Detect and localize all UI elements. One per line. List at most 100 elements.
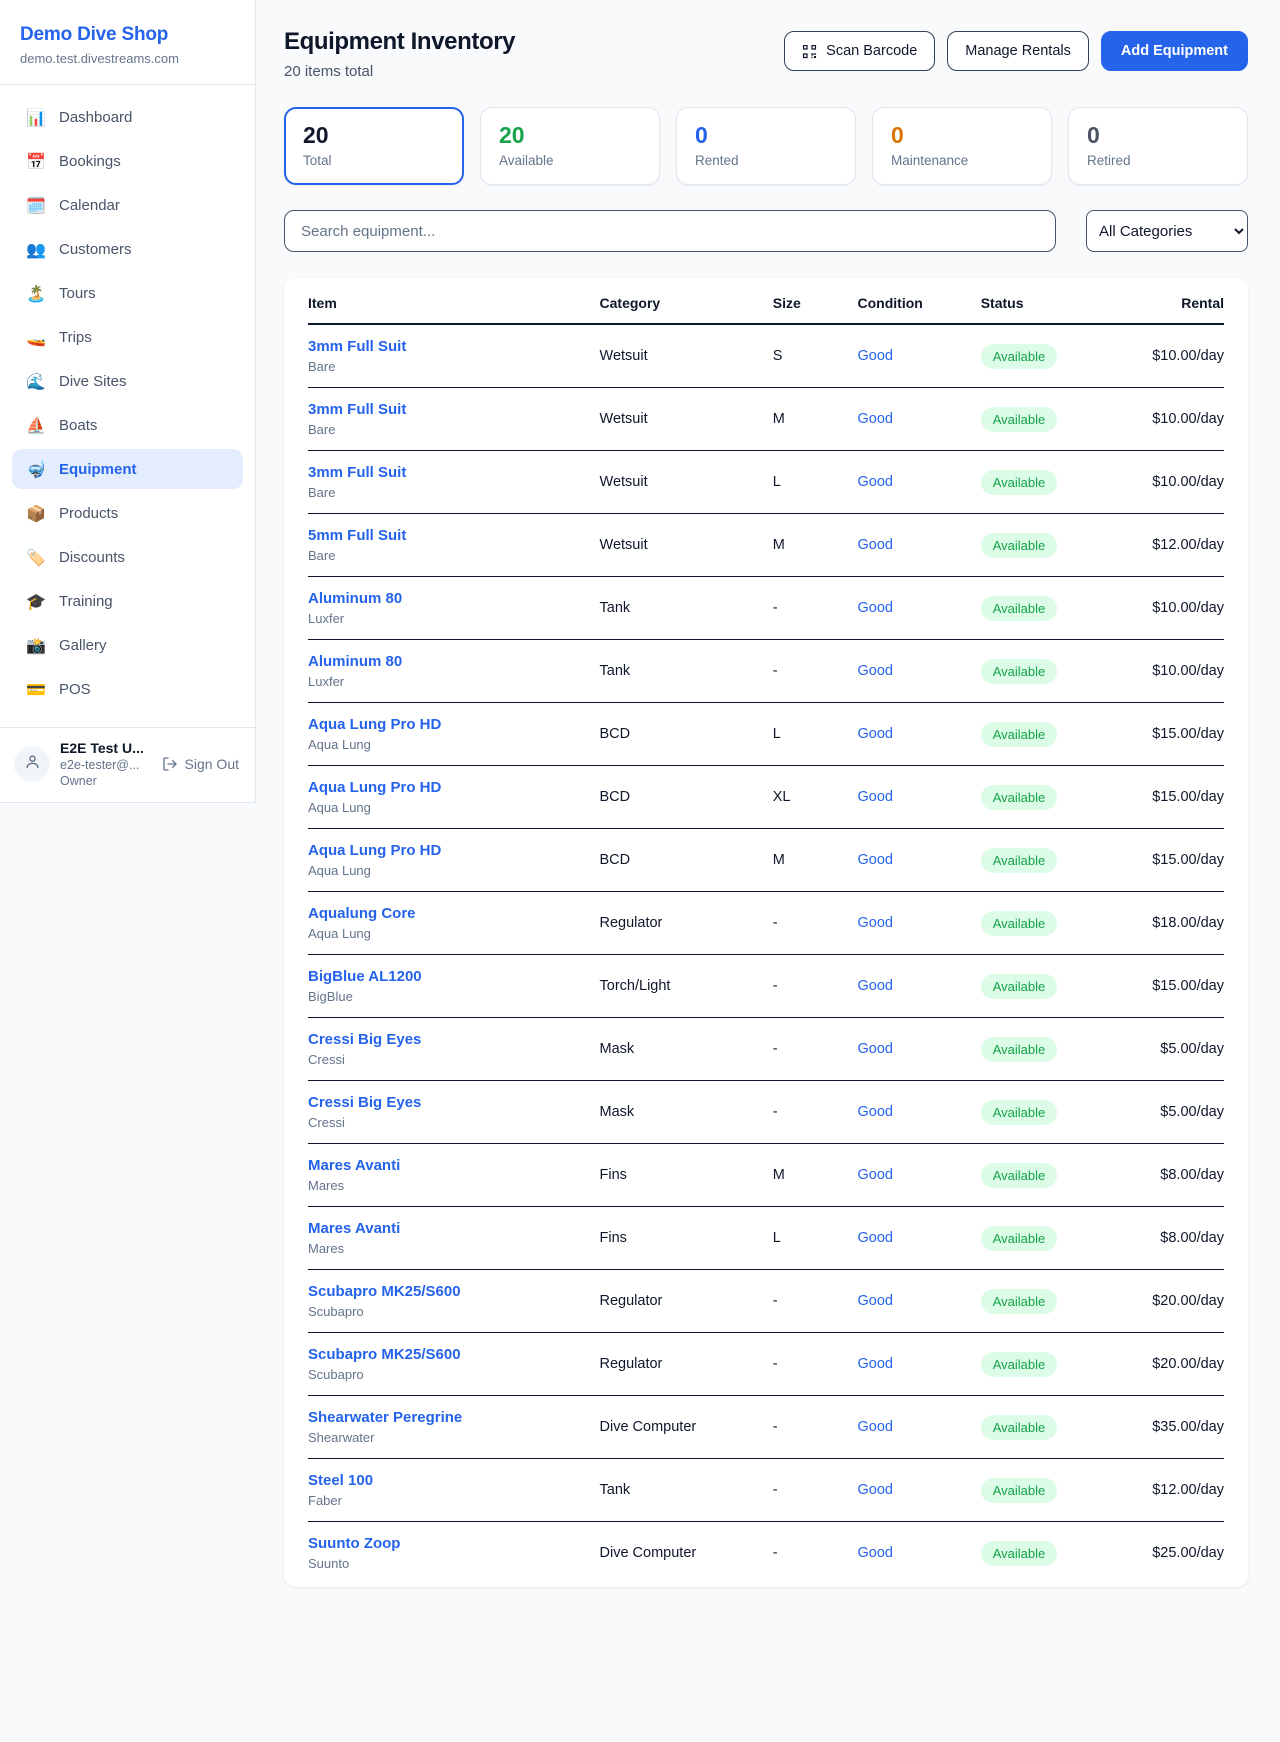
condition-cell: Good xyxy=(858,829,981,892)
sidebar-item-training[interactable]: 🎓Training xyxy=(12,581,243,621)
item-condition-link[interactable]: Good xyxy=(858,1104,893,1120)
brand[interactable]: Demo Dive Shop demo.test.divestreams.com xyxy=(0,0,255,84)
stat-card-retired[interactable]: 0Retired xyxy=(1068,107,1248,185)
item-name-link[interactable]: Steel 100 xyxy=(308,1472,600,1489)
item-condition-link[interactable]: Good xyxy=(858,726,893,742)
sidebar-item-label: Discounts xyxy=(59,549,125,566)
item-name-link[interactable]: BigBlue AL1200 xyxy=(308,968,600,985)
item-size: M xyxy=(773,388,858,451)
status-badge: Available xyxy=(981,407,1058,432)
add-equipment-label: Add Equipment xyxy=(1121,43,1228,59)
sidebar-item-dive-sites[interactable]: 🌊Dive Sites xyxy=(12,361,243,401)
item-condition-link[interactable]: Good xyxy=(858,789,893,805)
item-condition-link[interactable]: Good xyxy=(858,411,893,427)
item-size: - xyxy=(773,892,858,955)
search-input[interactable] xyxy=(284,210,1056,252)
item-name-link[interactable]: 5mm Full Suit xyxy=(308,527,600,544)
sidebar-item-bookings[interactable]: 📅Bookings xyxy=(12,141,243,181)
item-cell: Shearwater PeregrineShearwater xyxy=(308,1396,600,1459)
condition-cell: Good xyxy=(858,388,981,451)
item-cell: Aqua Lung Pro HDAqua Lung xyxy=(308,829,600,892)
item-condition-link[interactable]: Good xyxy=(858,600,893,616)
item-name-link[interactable]: Suunto Zoop xyxy=(308,1535,600,1552)
item-name-link[interactable]: Aqua Lung Pro HD xyxy=(308,779,600,796)
sidebar-item-pos[interactable]: 💳POS xyxy=(12,669,243,709)
stat-card-maintenance[interactable]: 0Maintenance xyxy=(872,107,1052,185)
item-condition-link[interactable]: Good xyxy=(858,978,893,994)
item-condition-link[interactable]: Good xyxy=(858,1356,893,1372)
stat-label: Total xyxy=(303,153,445,168)
sidebar-item-equipment[interactable]: 🤿Equipment xyxy=(12,449,243,489)
item-condition-link[interactable]: Good xyxy=(858,1419,893,1435)
status-cell: Available xyxy=(981,1270,1152,1333)
sidebar-item-label: Trips xyxy=(59,329,92,346)
item-name-link[interactable]: 3mm Full Suit xyxy=(308,401,600,418)
stat-card-rented[interactable]: 0Rented xyxy=(676,107,856,185)
item-name-link[interactable]: Mares Avanti xyxy=(308,1157,600,1174)
item-brand: Bare xyxy=(308,485,600,500)
item-name-link[interactable]: Aqua Lung Pro HD xyxy=(308,716,600,733)
item-brand: Aqua Lung xyxy=(308,800,600,815)
manage-rentals-button[interactable]: Manage Rentals xyxy=(947,31,1089,71)
item-name-link[interactable]: Shearwater Peregrine xyxy=(308,1409,600,1426)
sign-out-button[interactable]: Sign Out xyxy=(162,756,241,772)
item-condition-link[interactable]: Good xyxy=(858,1545,893,1561)
item-condition-link[interactable]: Good xyxy=(858,663,893,679)
item-rental-rate: $15.00/day xyxy=(1152,829,1224,892)
item-condition-link[interactable]: Good xyxy=(858,1230,893,1246)
status-cell: Available xyxy=(981,1018,1152,1081)
sidebar-item-calendar[interactable]: 🗓️Calendar xyxy=(12,185,243,225)
item-rental-rate: $8.00/day xyxy=(1152,1207,1224,1270)
item-cell: Suunto ZoopSuunto xyxy=(308,1522,600,1588)
table-row: Shearwater PeregrineShearwaterDive Compu… xyxy=(308,1396,1224,1459)
category-filter[interactable]: All Categories xyxy=(1086,210,1248,252)
item-rental-rate: $10.00/day xyxy=(1152,324,1224,388)
item-rental-rate: $10.00/day xyxy=(1152,388,1224,451)
status-badge: Available xyxy=(981,722,1058,747)
scan-barcode-button[interactable]: Scan Barcode xyxy=(784,31,935,71)
item-condition-link[interactable]: Good xyxy=(858,474,893,490)
stat-card-total[interactable]: 20Total xyxy=(284,107,464,185)
condition-cell: Good xyxy=(858,1081,981,1144)
table-row: Aqua Lung Pro HDAqua LungBCDXLGoodAvaila… xyxy=(308,766,1224,829)
item-name-link[interactable]: 3mm Full Suit xyxy=(308,464,600,481)
item-name-link[interactable]: Scubapro MK25/S600 xyxy=(308,1283,600,1300)
sidebar-item-tours[interactable]: 🏝️Tours xyxy=(12,273,243,313)
item-condition-link[interactable]: Good xyxy=(858,852,893,868)
item-name-link[interactable]: Aluminum 80 xyxy=(308,653,600,670)
brand-name[interactable]: Demo Dive Shop xyxy=(20,24,235,46)
sidebar-item-customers[interactable]: 👥Customers xyxy=(12,229,243,269)
item-name-link[interactable]: Cressi Big Eyes xyxy=(308,1031,600,1048)
person-icon xyxy=(24,753,41,775)
item-name-link[interactable]: Cressi Big Eyes xyxy=(308,1094,600,1111)
status-badge: Available xyxy=(981,1100,1058,1125)
item-name-link[interactable]: 3mm Full Suit xyxy=(308,338,600,355)
status-badge: Available xyxy=(981,1289,1058,1314)
item-name-link[interactable]: Aluminum 80 xyxy=(308,590,600,607)
item-condition-link[interactable]: Good xyxy=(858,1482,893,1498)
item-condition-link[interactable]: Good xyxy=(858,1293,893,1309)
sidebar-item-trips[interactable]: 🚤Trips xyxy=(12,317,243,357)
sidebar-item-products[interactable]: 📦Products xyxy=(12,493,243,533)
item-condition-link[interactable]: Good xyxy=(858,1167,893,1183)
item-condition-link[interactable]: Good xyxy=(858,537,893,553)
item-condition-link[interactable]: Good xyxy=(858,348,893,364)
stat-card-available[interactable]: 20Available xyxy=(480,107,660,185)
item-condition-link[interactable]: Good xyxy=(858,1041,893,1057)
add-equipment-button[interactable]: Add Equipment xyxy=(1101,31,1248,71)
item-name-link[interactable]: Mares Avanti xyxy=(308,1220,600,1237)
sidebar-item-discounts[interactable]: 🏷️Discounts xyxy=(12,537,243,577)
item-size: - xyxy=(773,640,858,703)
item-condition-link[interactable]: Good xyxy=(858,915,893,931)
stat-label: Maintenance xyxy=(891,153,1033,168)
item-name-link[interactable]: Scubapro MK25/S600 xyxy=(308,1346,600,1363)
item-name-link[interactable]: Aqua Lung Pro HD xyxy=(308,842,600,859)
item-cell: Aluminum 80Luxfer xyxy=(308,640,600,703)
sidebar-item-dashboard[interactable]: 📊Dashboard xyxy=(12,97,243,137)
sidebar-item-boats[interactable]: ⛵Boats xyxy=(12,405,243,445)
item-category: BCD xyxy=(600,766,773,829)
stat-label: Retired xyxy=(1087,153,1229,168)
item-size: M xyxy=(773,1144,858,1207)
sidebar-item-gallery[interactable]: 📸Gallery xyxy=(12,625,243,665)
item-name-link[interactable]: Aqualung Core xyxy=(308,905,600,922)
